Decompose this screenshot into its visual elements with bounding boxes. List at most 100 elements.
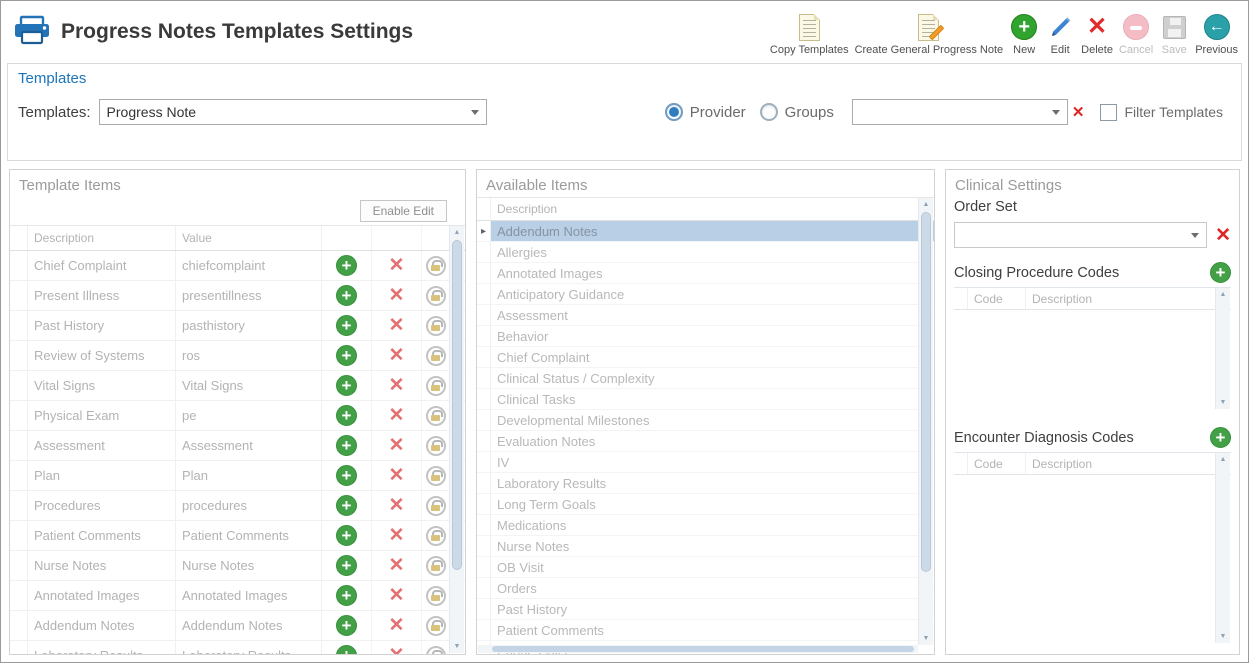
- template-item-row[interactable]: Annotated Images Annotated Images + ✕: [10, 581, 465, 611]
- add-encounter-code-icon[interactable]: +: [1210, 427, 1231, 448]
- available-item-row[interactable]: Chief Complaint: [477, 347, 934, 368]
- column-header-description[interactable]: Description: [1026, 453, 1231, 474]
- lock-icon[interactable]: [426, 615, 446, 636]
- scrollbar-thumb[interactable]: [921, 212, 931, 572]
- add-item-icon[interactable]: +: [336, 495, 357, 516]
- available-items-scrollbar[interactable]: ▲ ▼: [918, 198, 933, 645]
- template-item-row[interactable]: Review of Systems ros + ✕: [10, 341, 465, 371]
- edit-button[interactable]: Edit: [1045, 12, 1075, 56]
- available-item-row[interactable]: Evaluation Notes: [477, 431, 934, 452]
- remove-item-icon[interactable]: ✕: [389, 526, 405, 545]
- remove-item-icon[interactable]: ✕: [389, 436, 405, 455]
- lock-icon[interactable]: [426, 555, 446, 576]
- add-item-icon[interactable]: +: [336, 375, 357, 396]
- template-combobox[interactable]: Progress Note: [98, 99, 487, 125]
- lock-icon[interactable]: [426, 315, 446, 336]
- scroll-up-arrow[interactable]: ▲: [1216, 288, 1230, 301]
- clear-filter-icon[interactable]: ✕: [1072, 103, 1085, 121]
- template-item-row[interactable]: Present Illness presentillness + ✕: [10, 281, 465, 311]
- provider-radio-label[interactable]: Provider: [690, 104, 746, 121]
- available-item-row[interactable]: Medications: [477, 515, 934, 536]
- scrollbar-thumb[interactable]: [492, 646, 914, 652]
- delete-button[interactable]: ✕ Delete: [1081, 12, 1113, 57]
- remove-item-icon[interactable]: ✕: [389, 556, 405, 575]
- available-items-horizontal-scrollbar[interactable]: [478, 645, 918, 653]
- available-item-row[interactable]: Developmental Milestones: [477, 410, 934, 431]
- column-header-description[interactable]: Description: [1026, 288, 1231, 309]
- lock-icon[interactable]: [426, 465, 446, 486]
- new-button[interactable]: + New: [1009, 12, 1039, 56]
- add-item-icon[interactable]: +: [336, 285, 357, 306]
- remove-item-icon[interactable]: ✕: [389, 256, 405, 275]
- chevron-down-icon[interactable]: [1191, 232, 1200, 238]
- provider-radio[interactable]: [664, 103, 683, 121]
- template-item-row[interactable]: Past History pasthistory + ✕: [10, 311, 465, 341]
- provider-filter-combobox[interactable]: [851, 99, 1068, 125]
- template-item-row[interactable]: Vital Signs Vital Signs + ✕: [10, 371, 465, 401]
- add-closing-code-icon[interactable]: +: [1210, 262, 1231, 283]
- closing-codes-scrollbar[interactable]: ▲ ▼: [1215, 288, 1230, 409]
- column-header-description[interactable]: Description: [491, 198, 934, 220]
- add-item-icon[interactable]: +: [336, 465, 357, 486]
- template-items-scrollbar[interactable]: ▲ ▼: [449, 226, 464, 653]
- template-item-row[interactable]: Addendum Notes Addendum Notes + ✕: [10, 611, 465, 641]
- column-header-code[interactable]: Code: [968, 453, 1026, 474]
- remove-item-icon[interactable]: ✕: [389, 376, 405, 395]
- lock-icon[interactable]: [426, 525, 446, 546]
- lock-icon[interactable]: [426, 345, 446, 366]
- available-item-row[interactable]: Annotated Images: [477, 263, 934, 284]
- scroll-down-arrow[interactable]: ▼: [1216, 396, 1230, 409]
- clear-order-set-icon[interactable]: ✕: [1215, 224, 1231, 247]
- available-item-row[interactable]: Clinical Tasks: [477, 389, 934, 410]
- add-item-icon[interactable]: +: [336, 615, 357, 636]
- add-item-icon[interactable]: +: [336, 555, 357, 576]
- available-item-row[interactable]: Patient Comments: [477, 620, 934, 641]
- groups-radio[interactable]: [759, 103, 778, 121]
- available-item-row[interactable]: Behavior: [477, 326, 934, 347]
- previous-button[interactable]: ← Previous: [1195, 12, 1238, 56]
- available-item-row[interactable]: Clinical Status / Complexity: [477, 368, 934, 389]
- available-item-row[interactable]: Long Term Goals: [477, 494, 934, 515]
- add-item-icon[interactable]: +: [336, 525, 357, 546]
- remove-item-icon[interactable]: ✕: [389, 466, 405, 485]
- remove-item-icon[interactable]: ✕: [389, 646, 405, 654]
- add-item-icon[interactable]: +: [336, 405, 357, 426]
- available-item-row[interactable]: ▸ Addendum Notes: [477, 221, 934, 242]
- available-item-row[interactable]: Assessment: [477, 305, 934, 326]
- remove-item-icon[interactable]: ✕: [389, 346, 405, 365]
- scroll-up-arrow[interactable]: ▲: [919, 198, 933, 211]
- available-item-row[interactable]: Laboratory Results: [477, 473, 934, 494]
- add-item-icon[interactable]: +: [336, 585, 357, 606]
- lock-icon[interactable]: [426, 285, 446, 306]
- template-item-row[interactable]: Laboratory ResultsLaboratory Results + ✕: [10, 641, 465, 654]
- lock-icon[interactable]: [426, 645, 446, 654]
- lock-icon[interactable]: [426, 495, 446, 516]
- groups-radio-label[interactable]: Groups: [785, 104, 834, 121]
- add-item-icon[interactable]: +: [336, 645, 357, 654]
- lock-icon[interactable]: [426, 255, 446, 276]
- remove-item-icon[interactable]: ✕: [389, 616, 405, 635]
- add-item-icon[interactable]: +: [336, 345, 357, 366]
- remove-item-icon[interactable]: ✕: [389, 496, 405, 515]
- add-item-icon[interactable]: +: [336, 315, 357, 336]
- lock-icon[interactable]: [426, 585, 446, 606]
- filter-templates-label[interactable]: Filter Templates: [1124, 104, 1223, 120]
- lock-icon[interactable]: [426, 435, 446, 456]
- available-item-row[interactable]: OB Visit: [477, 557, 934, 578]
- column-header-value[interactable]: Value: [176, 226, 322, 250]
- column-header-description[interactable]: Description: [28, 226, 176, 250]
- remove-item-icon[interactable]: ✕: [389, 406, 405, 425]
- scroll-up-arrow[interactable]: ▲: [1216, 453, 1230, 466]
- lock-icon[interactable]: [426, 375, 446, 396]
- template-item-row[interactable]: Procedures procedures + ✕: [10, 491, 465, 521]
- scroll-up-arrow[interactable]: ▲: [450, 226, 464, 239]
- template-item-row[interactable]: Plan Plan + ✕: [10, 461, 465, 491]
- template-item-row[interactable]: Patient Comments Patient Comments + ✕: [10, 521, 465, 551]
- add-item-icon[interactable]: +: [336, 255, 357, 276]
- remove-item-icon[interactable]: ✕: [389, 316, 405, 335]
- scrollbar-thumb[interactable]: [452, 240, 462, 570]
- template-item-row[interactable]: Chief Complaint chiefcomplaint + ✕: [10, 251, 465, 281]
- available-item-row[interactable]: Orders: [477, 578, 934, 599]
- encounter-codes-scrollbar[interactable]: ▲ ▼: [1215, 453, 1230, 643]
- lock-icon[interactable]: [426, 405, 446, 426]
